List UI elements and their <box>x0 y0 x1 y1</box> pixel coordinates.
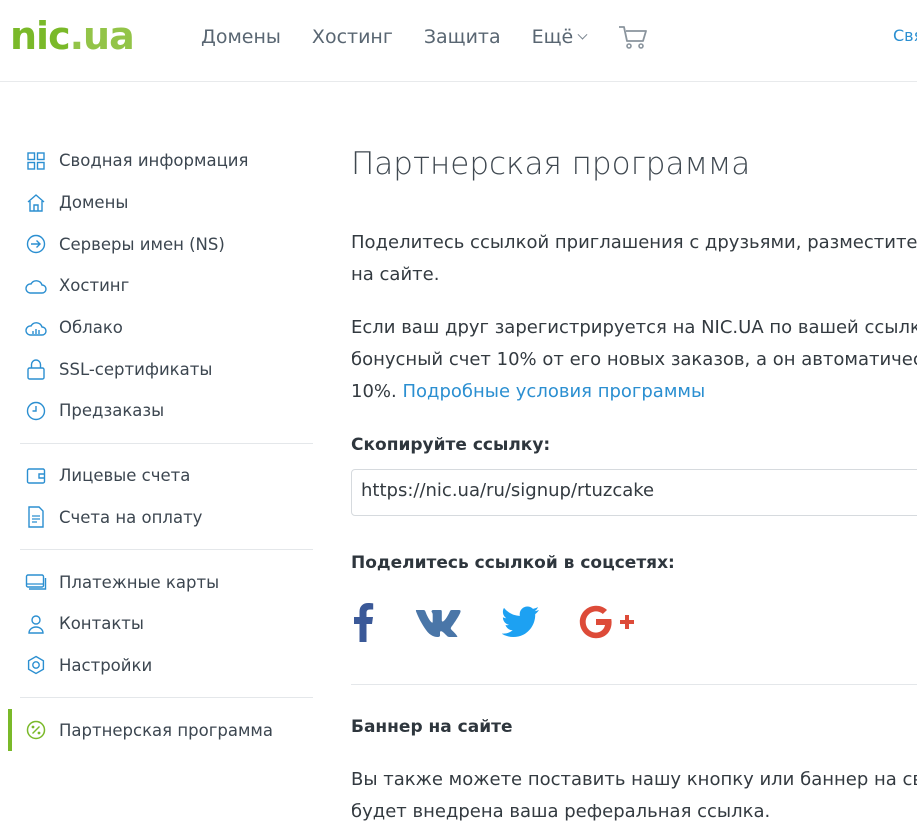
main-nav: Домены Хостинг Защита Ещё <box>201 24 617 50</box>
clock-icon <box>25 400 47 422</box>
cloud-icon <box>25 275 47 297</box>
card-icon <box>25 571 47 593</box>
sidebar-item-cloud[interactable]: Облако <box>0 307 313 349</box>
sidebar-item-label: Хостинг <box>59 276 130 296</box>
nav-more[interactable]: Ещё <box>531 24 588 50</box>
vk-icon[interactable] <box>413 607 463 637</box>
bonus-line-2: бонусный счет 10% от его новых заказов, … <box>351 349 917 370</box>
nav-contact-link[interactable]: Свя <box>893 26 917 45</box>
sidebar-item-label: Домены <box>59 193 129 213</box>
copy-link-label: Скопируйте ссылку: <box>351 435 551 455</box>
section-divider <box>351 684 917 685</box>
nav-hosting[interactable]: Хостинг <box>312 24 393 50</box>
banner-section-title: Баннер на сайте <box>351 717 513 737</box>
logo-text-ua: ua <box>83 14 135 58</box>
social-share-buttons <box>351 602 673 642</box>
wallet-icon <box>25 465 47 487</box>
sidebar-item-label: Лицевые счета <box>59 466 191 486</box>
banner-line-1: Вы также можете поставить нашу кнопку ил… <box>351 769 917 790</box>
percent-icon <box>25 719 47 741</box>
sidebar-item-accounts[interactable]: Лицевые счета <box>0 455 313 497</box>
sidebar-item-label: Платежные карты <box>59 572 220 592</box>
share-label: Поделитесь ссылкой в соцсетях: <box>351 553 675 573</box>
nav-domains[interactable]: Домены <box>201 24 281 50</box>
sidebar-item-label: Сводная информация <box>59 151 249 171</box>
arrow-circle-icon <box>25 233 47 255</box>
chevron-down-icon <box>577 29 588 40</box>
bonus-line-3-prefix: 10%. <box>351 381 397 402</box>
sidebar-item-nameservers[interactable]: Серверы имен (NS) <box>0 223 313 265</box>
house-icon <box>25 192 47 214</box>
nav-more-label: Ещё <box>531 26 574 48</box>
bonus-line-1: Если ваш друг зарегистрируется на NIC.UA… <box>351 317 917 338</box>
cart-icon[interactable] <box>618 23 648 51</box>
bonus-line-3: 10%. Подробные условия программы <box>351 376 917 408</box>
logo[interactable]: nic.ua <box>10 14 135 58</box>
sidebar-divider <box>20 697 313 699</box>
sidebar-item-invoices[interactable]: Счета на оплату <box>0 497 313 539</box>
document-icon <box>25 506 47 529</box>
grid-icon <box>25 150 47 172</box>
sidebar-item-ssl[interactable]: SSL-сертификаты <box>0 348 313 390</box>
sidebar-item-partner-program[interactable]: Партнерская программа <box>0 709 313 751</box>
google-plus-icon[interactable] <box>579 605 635 639</box>
sidebar-item-label: Партнерская программа <box>59 720 273 740</box>
page-title: Партнерская программа <box>351 146 751 182</box>
logo-text-dot: . <box>69 14 84 58</box>
sidebar-item-domains[interactable]: Домены <box>0 182 313 224</box>
banner-line-2: будет внедрена ваша реферальная ссылка. <box>351 801 771 822</box>
sidebar-divider <box>20 442 313 444</box>
sidebar-item-settings[interactable]: Настройки <box>0 645 313 687</box>
sidebar-item-contacts[interactable]: Контакты <box>0 603 313 645</box>
bonus-text: Если ваш друг зарегистрируется на NIC.UA… <box>351 312 917 408</box>
sidebar-item-label: Счета на оплату <box>59 507 203 527</box>
program-terms-link[interactable]: Подробные условия программы <box>402 381 705 402</box>
sidebar-item-label: Настройки <box>59 655 153 675</box>
sidebar-item-label: Контакты <box>59 614 144 634</box>
sidebar-item-label: SSL-сертификаты <box>59 359 213 379</box>
referral-link-field[interactable]: https://nic.ua/ru/signup/rtuzcake <box>351 469 917 516</box>
lock-icon <box>25 358 47 380</box>
facebook-icon[interactable] <box>351 602 375 642</box>
sidebar-divider <box>20 549 313 551</box>
top-header: nic.ua Домены Хостинг Защита Ещё Свя <box>0 0 917 82</box>
sidebar: Сводная информация Домены Серверы имен (… <box>0 140 313 751</box>
sidebar-item-label: Предзаказы <box>59 401 165 421</box>
cloud-chart-icon <box>25 317 47 339</box>
gear-icon <box>25 654 47 676</box>
intro-line-1: Поделитесь ссылкой приглашения с друзьям… <box>351 232 917 253</box>
sidebar-item-summary[interactable]: Сводная информация <box>0 140 313 182</box>
nav-protection[interactable]: Защита <box>424 24 501 50</box>
sidebar-item-payment-cards[interactable]: Платежные карты <box>0 561 313 603</box>
twitter-icon[interactable] <box>501 606 541 638</box>
intro-line-2: на сайте. <box>351 264 440 285</box>
sidebar-item-label: Серверы имен (NS) <box>59 234 225 254</box>
sidebar-item-preorders[interactable]: Предзаказы <box>0 390 313 432</box>
user-icon <box>25 613 47 635</box>
sidebar-item-label: Облако <box>59 318 123 338</box>
sidebar-item-hosting[interactable]: Хостинг <box>0 265 313 307</box>
intro-text: Поделитесь ссылкой приглашения с друзьям… <box>351 227 917 291</box>
logo-text-nic: nic <box>10 14 71 58</box>
banner-text: Вы также можете поставить нашу кнопку ил… <box>351 764 917 828</box>
